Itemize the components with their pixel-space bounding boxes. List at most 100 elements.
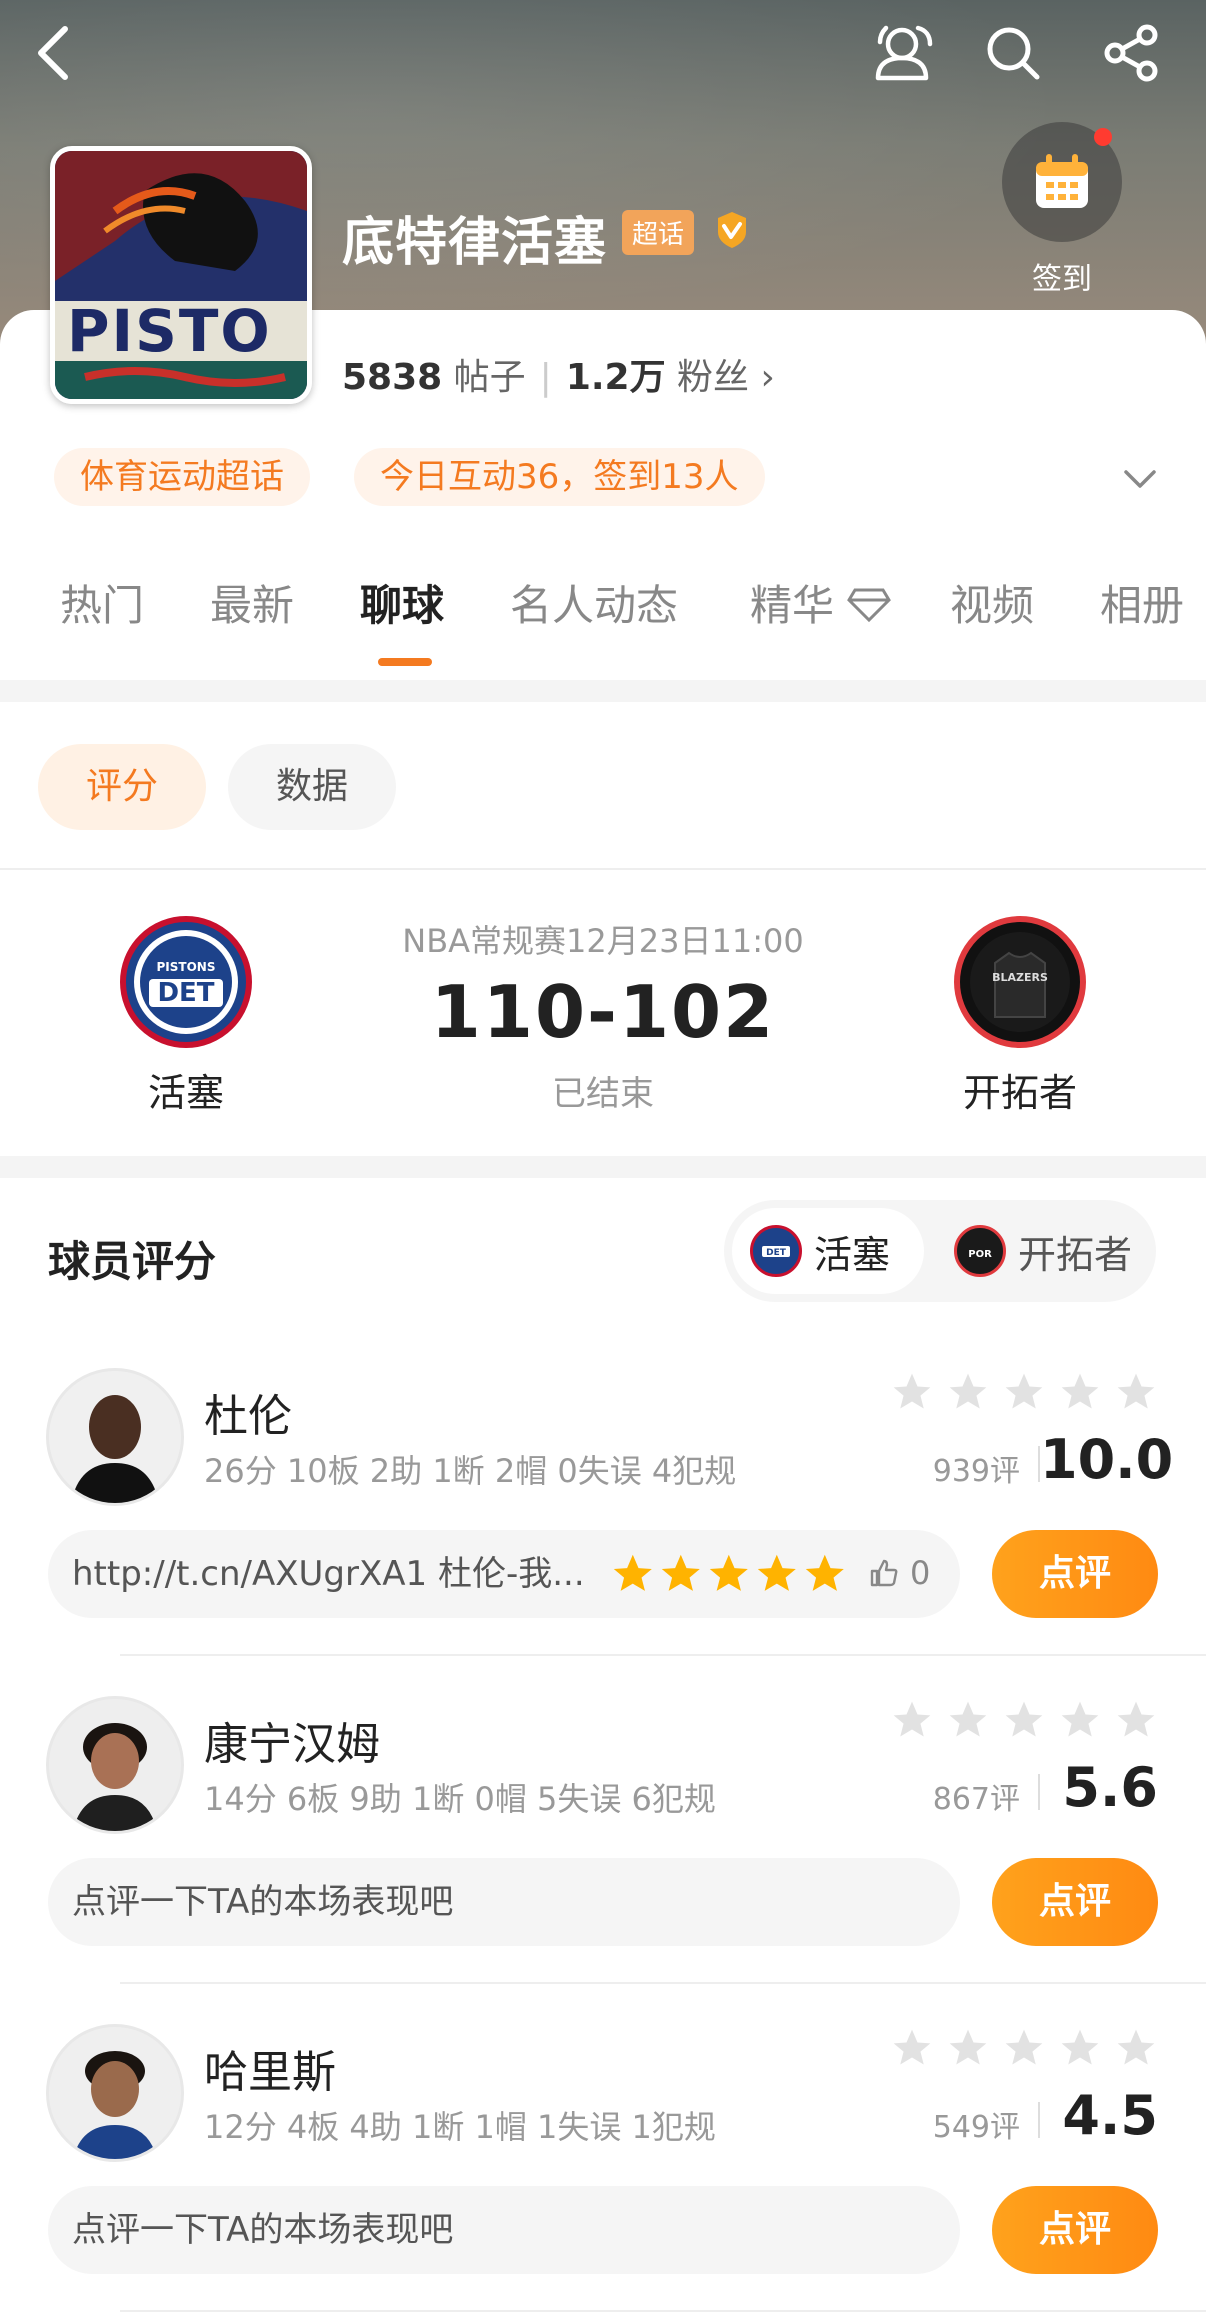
category-tag[interactable]: 体育运动超话 [54,448,310,506]
comment-rating-stars [610,1548,860,1598]
player-row: 哈里斯 12分 4板 4助 1断 1帽 1失误 1犯规 549评 4.5 点评一… [0,1984,1206,2312]
home-team-mini-logo: DET [750,1225,802,1277]
rating-stars[interactable] [890,1698,1160,1746]
thumbs-up-icon [870,1559,898,1587]
player-score: 4.5 [1062,2084,1158,2147]
away-mini-abbr: POR [968,1249,992,1260]
rate-button[interactable]: 点评 [992,2186,1158,2274]
toggle-away-team[interactable]: POR 开拓者 [936,1208,1152,1294]
rating-count: 549评 [932,2110,1020,2145]
star-icon [1005,1701,1043,1737]
toggle-home-team[interactable]: DET 活塞 [732,1208,924,1294]
star-icon [613,1554,652,1591]
chevron-right-icon: › [749,357,775,398]
player-score: 5.6 [1062,1756,1158,1819]
tab-chat[interactable]: 聊球 [360,572,444,633]
player-name: 杜伦 [204,1391,292,1442]
diamond-icon [847,588,892,623]
star-icon [949,1373,987,1409]
star-icon [757,1554,796,1591]
people-icon[interactable] [870,18,940,88]
toggle-away-label: 开拓者 [1018,1232,1133,1277]
star-icon [805,1554,844,1591]
chevron-down-icon[interactable] [1122,460,1158,496]
top-bar [0,0,1206,100]
star-icon [893,1373,931,1409]
away-team-mini-logo: POR [954,1225,1006,1277]
home-team-logo: PISTONS DET [120,916,252,1048]
notification-dot [1094,128,1112,146]
search-icon[interactable] [978,18,1048,88]
star-icon [1117,1373,1155,1409]
tab-celebrity[interactable]: 名人动态 [510,572,678,633]
subtab-rating[interactable]: 评分 [38,744,206,830]
star-icon [661,1554,700,1591]
team-logo[interactable]: PISTO [50,146,312,404]
comment-input[interactable]: 点评一下TA的本场表现吧 [48,2186,960,2274]
posts-label: 帖子 [453,357,526,398]
player-row: 杜伦 26分 10板 2助 1断 2帽 0失误 4犯规 939评 10.0 ht… [0,1328,1206,1656]
section-title: 球员评分 [48,1237,217,1286]
player-name: 康宁汉姆 [204,1719,380,1770]
super-topic-badge: 超话 [622,210,695,255]
away-team-name: 开拓者 [962,1071,1077,1115]
posts-count: 5838 [342,357,443,398]
player-name: 哈里斯 [204,2047,336,2098]
rating-stars[interactable] [890,1370,1160,1418]
like-button[interactable]: 0 [868,1548,954,1598]
fans-count: 1.2万 [565,357,666,398]
away-team[interactable]: BLAZERS 开拓者 [920,916,1120,1117]
rate-button[interactable]: 点评 [992,1530,1158,1618]
section-separator [0,1156,1206,1178]
section-separator [0,680,1206,702]
star-icon [1117,1701,1155,1737]
fans-label: 粉丝 [677,357,750,398]
star-icon [1061,1373,1099,1409]
tab-album[interactable]: 相册 [1100,572,1184,633]
page-title: 底特律活塞 [342,213,608,273]
active-tab-indicator [378,658,432,666]
calendar-icon [1036,154,1088,208]
checkin-label: 签到 [1032,262,1092,297]
comment-placeholder: 点评一下TA的本场表现吧 [72,1882,454,1922]
activity-tag[interactable]: 今日互动36，签到13人 [354,448,765,506]
star-icon [1061,2029,1099,2065]
home-team-subtext: PISTONS [157,960,216,974]
subtab-data[interactable]: 数据 [228,744,396,830]
star-icon [893,1701,931,1737]
comment-input[interactable]: 点评一下TA的本场表现吧 [48,1858,960,1946]
toggle-home-label: 活塞 [814,1232,891,1277]
rating-stars[interactable] [890,2026,1160,2074]
star-icon [949,2029,987,2065]
player-row: 康宁汉姆 14分 6板 9助 1断 0帽 5失误 6犯规 867评 5.6 点评… [0,1656,1206,1984]
subtab-bar: 评分 数据 [0,702,1206,868]
star-icon [1005,2029,1043,2065]
share-icon[interactable] [1096,18,1166,88]
checkin-button[interactable] [1002,122,1122,242]
player-list: 杜伦 26分 10板 2助 1断 2帽 0失误 4犯规 939评 10.0 ht… [0,1328,1206,2312]
away-team-logo: BLAZERS [954,916,1086,1048]
home-mini-abbr: DET [766,1248,787,1258]
player-rating-header: 球员评分 DET 活塞 POR 开拓者 [0,1178,1206,1328]
away-team-subtext: BLAZERS [992,971,1048,984]
player-stats: 14分 6板 9助 1断 0帽 5失误 6犯规 [204,1780,716,1818]
home-team[interactable]: PISTONS DET 活塞 [86,916,286,1117]
tab-latest[interactable]: 最新 [210,572,294,633]
comment-text: http://t.cn/AXUgrXA1 杜伦-我... [72,1554,585,1594]
rate-button[interactable]: 点评 [992,1858,1158,1946]
star-icon [709,1554,748,1591]
match-card[interactable]: PISTONS DET 活塞 NBA常规赛12月23日11:00 110-102… [0,870,1206,1156]
tab-featured[interactable]: 精华 [750,572,892,633]
match-score: 110-102 [430,970,776,1054]
topic-stats: 5838 帖子 | 1.2万 粉丝 › [342,348,775,400]
logo-text: PISTO [67,297,272,365]
like-count: 0 [910,1554,931,1592]
tab-hot[interactable]: 热门 [60,572,144,633]
player-avatar[interactable] [46,2024,184,2162]
player-stats: 12分 4板 4助 1断 1帽 1失误 1犯规 [204,2108,716,2146]
tab-video[interactable]: 视频 [950,572,1034,633]
player-avatar[interactable] [46,1696,184,1834]
back-icon[interactable] [18,18,88,88]
player-avatar[interactable] [46,1368,184,1506]
fans-link[interactable]: 粉丝 › [677,357,775,398]
